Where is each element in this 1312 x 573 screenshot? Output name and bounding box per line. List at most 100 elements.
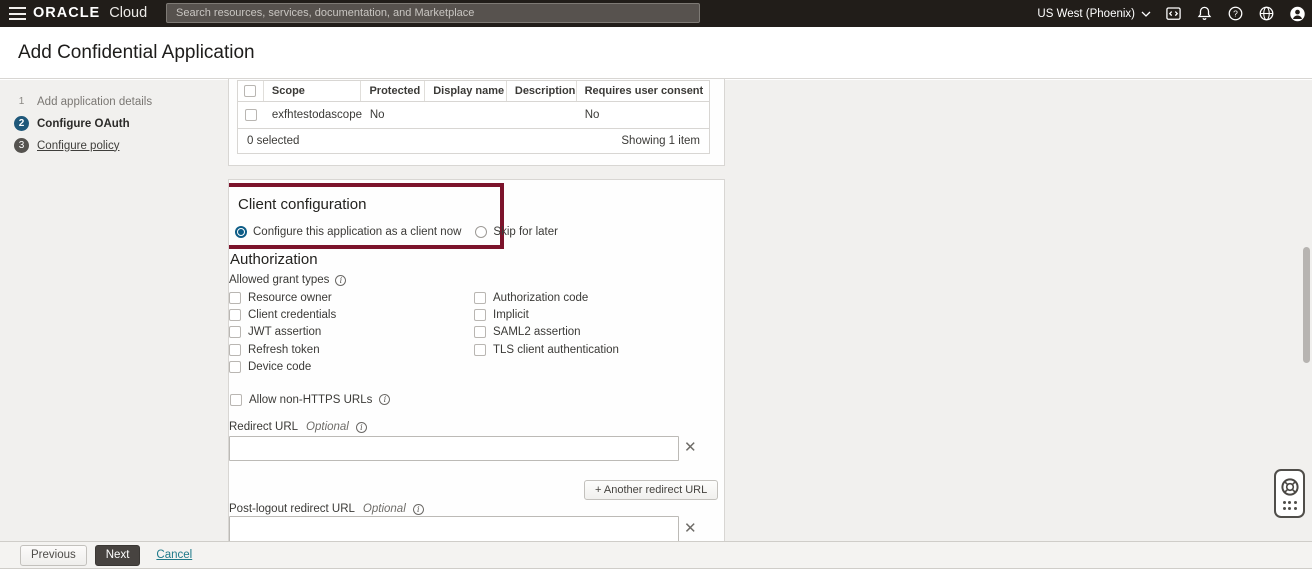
info-icon[interactable]: i xyxy=(412,503,424,515)
optional-label: Optional xyxy=(306,421,349,433)
checkbox-label: Device code xyxy=(248,361,312,374)
checkbox-label: SAML2 assertion xyxy=(493,326,581,339)
client-configuration-highlight: Client configuration Configure this appl… xyxy=(229,183,558,249)
cell-scope: exfhtestodascope xyxy=(271,109,362,121)
topbar-actions: US West (Phoenix) ? xyxy=(1037,0,1306,27)
row-checkbox[interactable] xyxy=(244,109,257,121)
checkbox-label: JWT assertion xyxy=(248,326,322,339)
step-label: Configure policy xyxy=(37,139,120,152)
brand-logo[interactable]: ORACLE Cloud xyxy=(33,5,147,21)
step-number: 2 xyxy=(14,116,29,131)
checkbox-device-code[interactable] xyxy=(229,361,241,374)
post-logout-url-input[interactable] xyxy=(229,516,679,542)
checkbox-client-credentials[interactable] xyxy=(229,309,241,322)
client-configuration-radios: Configure this application as a client n… xyxy=(235,226,558,238)
col-protected: Protected xyxy=(361,81,426,101)
showing-count: Showing 1 item xyxy=(621,135,700,147)
step-number: 3 xyxy=(14,138,29,153)
cloud-shell-icon[interactable] xyxy=(1165,5,1182,22)
another-redirect-url-button[interactable]: + Another redirect URL xyxy=(584,480,719,500)
previous-button[interactable]: Previous xyxy=(20,544,87,566)
col-requires-user-consent: Requires user consent xyxy=(584,85,704,97)
clear-post-logout-url-icon[interactable]: ✕ xyxy=(684,521,697,536)
cancel-link[interactable]: Cancel xyxy=(156,549,192,561)
oauth-config-panel: Client configuration Configure this appl… xyxy=(228,179,725,542)
selected-count: 0 selected xyxy=(247,135,300,147)
checkbox-label: Resource owner xyxy=(248,291,332,304)
search-input[interactable] xyxy=(166,3,700,23)
post-logout-url-label: Post-logout redirect URL xyxy=(229,503,355,515)
radio-label: Configure this application as a client n… xyxy=(253,226,462,238)
scopes-table-header: Scope Protected Display name Description… xyxy=(238,81,709,102)
checkbox-implicit[interactable] xyxy=(474,309,486,322)
step-configure-oauth: 2 Configure OAuth xyxy=(14,116,152,131)
help-icon[interactable]: ? xyxy=(1227,5,1244,22)
scopes-table-footer: 0 selected Showing 1 item xyxy=(237,128,710,154)
info-icon[interactable]: i xyxy=(379,394,391,406)
vertical-scrollbar-thumb[interactable] xyxy=(1303,247,1310,363)
brand-cloud: Cloud xyxy=(109,5,148,21)
client-configuration-heading: Client configuration xyxy=(238,196,367,213)
checkbox-label: Allow non-HTTPS URLs xyxy=(249,393,373,406)
authorization-heading: Authorization xyxy=(230,251,318,268)
checkbox-authorization-code[interactable] xyxy=(474,291,486,304)
wizard-steps: 1 Add application details 2 Configure OA… xyxy=(14,94,152,160)
col-display-name: Display name xyxy=(425,81,507,101)
cell-requires-user-consent: No xyxy=(584,109,600,121)
wizard-footer: Previous Next Cancel xyxy=(0,541,1312,569)
menu-icon[interactable] xyxy=(9,7,26,20)
checkbox-jwt-assertion[interactable] xyxy=(229,326,241,339)
page-header: Add Confidential Application xyxy=(0,27,1312,79)
post-logout-url-label-row: Post-logout redirect URL Optional i xyxy=(229,503,424,515)
info-icon[interactable]: i xyxy=(355,421,367,433)
lifebuoy-icon xyxy=(1280,478,1299,496)
radio-label: Skip for later xyxy=(493,226,558,238)
clear-redirect-url-icon[interactable]: ✕ xyxy=(684,440,697,455)
checkbox-label: Refresh token xyxy=(248,343,320,356)
checkbox-tls-client-authentication[interactable] xyxy=(474,343,486,356)
svg-text:?: ? xyxy=(1233,8,1238,18)
scopes-panel: Scope Protected Display name Description… xyxy=(228,79,725,166)
topbar: ORACLE Cloud US West (Phoenix) ? xyxy=(0,0,1312,27)
redirect-url-label: Redirect URL xyxy=(229,421,299,433)
region-selector[interactable]: US West (Phoenix) xyxy=(1037,8,1151,20)
page-title: Add Confidential Application xyxy=(18,42,255,63)
oracle-cloud-console: ORACLE Cloud US West (Phoenix) ? xyxy=(0,0,1312,573)
cell-protected: No xyxy=(369,109,385,121)
allow-non-https-row: Allow non-HTTPS URLs i xyxy=(230,391,391,408)
checkbox-label: Authorization code xyxy=(493,291,589,304)
redirect-url-input[interactable] xyxy=(229,436,679,461)
scopes-table: Scope Protected Display name Description… xyxy=(237,80,710,129)
table-row: exfhtestodascope No No xyxy=(238,102,709,128)
allowed-grant-types-label: Allowed grant types xyxy=(229,274,330,286)
brand-oracle: ORACLE xyxy=(33,5,101,21)
redirect-url-label-row: Redirect URL Optional i xyxy=(229,421,367,433)
checkbox-label: TLS client authentication xyxy=(493,343,619,356)
checkbox-saml2-assertion[interactable] xyxy=(474,326,486,339)
dots-grid-icon xyxy=(1282,501,1297,510)
next-button[interactable]: Next xyxy=(94,544,141,566)
radio-skip-for-later[interactable] xyxy=(475,226,488,238)
info-icon[interactable]: i xyxy=(335,274,347,286)
checkbox-resource-owner[interactable] xyxy=(229,291,241,304)
step-number: 1 xyxy=(18,96,25,107)
help-launcher-widget[interactable] xyxy=(1274,469,1305,518)
user-avatar-icon[interactable] xyxy=(1289,5,1306,22)
radio-configure-as-client-now[interactable] xyxy=(235,226,247,238)
allowed-grant-types-row: Allowed grant types i xyxy=(229,274,347,286)
col-description: Description xyxy=(507,81,577,101)
grant-types-left-column: Resource owner Client credentials JWT as… xyxy=(229,289,336,376)
checkbox-label: Client credentials xyxy=(248,309,337,322)
language-globe-icon[interactable] xyxy=(1258,5,1275,22)
wizard-content: 1 Add application details 2 Configure OA… xyxy=(0,79,1312,542)
notifications-bell-icon[interactable] xyxy=(1196,5,1213,22)
step-add-application-details: 1 Add application details xyxy=(14,94,152,109)
select-all-checkbox[interactable] xyxy=(244,85,257,97)
col-scope: Scope xyxy=(264,81,362,101)
checkbox-label: Implicit xyxy=(493,309,529,322)
step-label: Add application details xyxy=(37,95,153,108)
grant-types-right-column: Authorization code Implicit SAML2 assert… xyxy=(474,289,619,359)
checkbox-refresh-token[interactable] xyxy=(229,343,241,356)
checkbox-allow-non-https[interactable] xyxy=(230,393,242,406)
step-configure-policy[interactable]: 3 Configure policy xyxy=(14,138,152,153)
